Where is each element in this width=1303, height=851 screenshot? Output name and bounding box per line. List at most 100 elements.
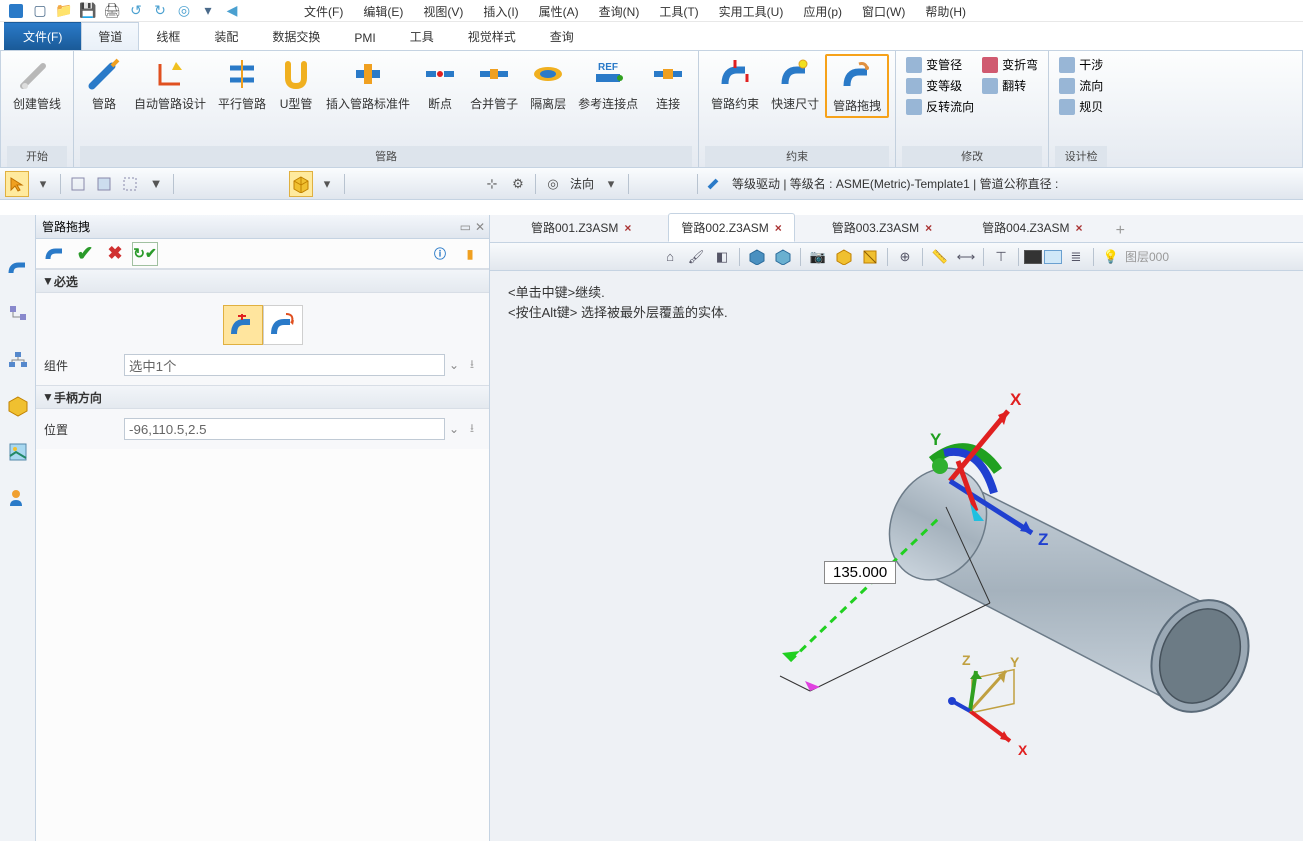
info-icon[interactable]: ⓘ (427, 242, 453, 266)
redo-icon[interactable]: ↻ (150, 2, 170, 20)
menu-help[interactable]: 帮助(H) (915, 1, 976, 22)
tab-wire[interactable]: 线框 (139, 22, 197, 50)
tab-style[interactable]: 视觉样式 (451, 22, 533, 50)
paint-icon[interactable]: 🖌 (684, 246, 708, 268)
vtab-user-icon[interactable] (5, 485, 31, 511)
shaded-cube-icon[interactable] (289, 171, 313, 197)
dropdown-1-icon[interactable]: ▾ (31, 171, 55, 197)
save-file-icon[interactable]: 💾 (78, 2, 98, 20)
tab-pipe[interactable]: 管道 (81, 22, 139, 50)
btn-interfere[interactable]: 干涉 (1055, 54, 1107, 75)
vtab-image-icon[interactable] (5, 439, 31, 465)
position-chevron-icon[interactable]: ⌄ (445, 422, 463, 436)
dotted-box-icon[interactable] (118, 171, 142, 197)
menu-util[interactable]: 实用工具(U) (709, 1, 794, 22)
expand-icon[interactable]: ▮ (457, 242, 483, 266)
position-pick-icon[interactable]: ⭳ (463, 419, 481, 440)
tab-pmi[interactable]: PMI (337, 25, 392, 50)
gear-icon[interactable]: ⚙ (506, 171, 530, 197)
section-icon[interactable] (858, 246, 882, 268)
tab-file[interactable]: 文件(F) (4, 22, 81, 50)
btn-quick-dim[interactable]: 快速尺寸 (765, 54, 825, 114)
cube-icon[interactable] (66, 171, 90, 197)
section-handle-header[interactable]: ▼ 手柄方向 (36, 385, 489, 409)
menu-insert[interactable]: 插入(I) (473, 1, 528, 22)
new-file-icon[interactable]: ▢ (30, 2, 50, 20)
menu-view[interactable]: 视图(V) (413, 1, 473, 22)
vtab-tree-icon[interactable] (5, 301, 31, 327)
position-input[interactable] (124, 418, 445, 440)
face-select-icon[interactable] (92, 171, 116, 197)
tab-exchange[interactable]: 数据交换 (255, 22, 337, 50)
btn-chg-diameter[interactable]: 变管径 (902, 54, 978, 75)
doc-tab-1-close-icon[interactable]: × (624, 221, 631, 235)
camera-icon[interactable]: 📷 (806, 246, 830, 268)
btn-reverse-flow[interactable]: 反转流向 (902, 96, 978, 117)
ruler-icon[interactable]: 📏 (928, 246, 952, 268)
axis-icon[interactable]: ⊹ (480, 171, 504, 197)
close-panel-icon[interactable]: ✕ (475, 220, 485, 234)
apply-ok-icon[interactable] (42, 242, 68, 266)
section-required-header[interactable]: ▼ 必选 (36, 269, 489, 293)
compass-icon[interactable]: ◎ (541, 171, 565, 197)
btn-route-path[interactable]: 管路 (80, 54, 128, 114)
target-icon[interactable]: ◎ (174, 2, 194, 20)
tab-query[interactable]: 查询 (533, 22, 591, 50)
dimension-value[interactable]: 135.000 (824, 561, 896, 584)
menu-query[interactable]: 查询(N) (589, 1, 650, 22)
btn-u-pipe[interactable]: U型管 (272, 54, 320, 114)
mode-rotate-button[interactable] (263, 305, 303, 345)
apply-repeat-icon[interactable]: ↻✔ (132, 242, 158, 266)
select-tool-icon[interactable] (5, 171, 29, 197)
menu-attr[interactable]: 属性(A) (529, 1, 589, 22)
tab-asm[interactable]: 装配 (197, 22, 255, 50)
btn-connect[interactable]: 连接 (644, 54, 692, 114)
view-cube1-icon[interactable] (745, 246, 769, 268)
btn-merge-tube[interactable]: 合并管子 (464, 54, 524, 114)
tree-icon[interactable]: ⊤ (989, 246, 1013, 268)
btn-isolation[interactable]: 隔离层 (524, 54, 572, 114)
menu-edit[interactable]: 编辑(E) (353, 1, 413, 22)
print-icon[interactable]: 🖨 (102, 2, 122, 20)
btn-breakpoint[interactable]: 断点 (416, 54, 464, 114)
reject-icon[interactable]: ✖ (102, 242, 128, 266)
btn-auto-route[interactable]: 自动管路设计 (128, 54, 212, 114)
eraser-icon[interactable]: ◧ (710, 246, 734, 268)
menu-window[interactable]: 窗口(W) (852, 1, 915, 22)
btn-chg-bend[interactable]: 变折弯 (978, 54, 1042, 75)
home-icon[interactable]: ⌂ (658, 246, 682, 268)
btn-insert-std[interactable]: 插入管路标准件 (320, 54, 416, 114)
btn-route-drag[interactable]: 管路拖拽 (825, 54, 889, 118)
menu-app[interactable]: 应用(p) (793, 1, 852, 22)
menu-tool[interactable]: 工具(T) (649, 1, 708, 22)
btn-flip[interactable]: 翻转 (978, 75, 1042, 96)
view-cube2-icon[interactable] (771, 246, 795, 268)
doc-tab-3-close-icon[interactable]: × (925, 221, 932, 235)
doc-tab-4-close-icon[interactable]: × (1076, 221, 1083, 235)
select-face-icon[interactable] (1044, 250, 1062, 264)
btn-rule[interactable]: 规贝 (1055, 96, 1107, 117)
tab-tool[interactable]: 工具 (393, 22, 451, 50)
mode-translate-button[interactable] (223, 305, 263, 345)
crosshair-icon[interactable]: ⊕ (893, 246, 917, 268)
doc-tab-2-close-icon[interactable]: × (775, 221, 782, 235)
open-file-icon[interactable]: 📁 (54, 2, 74, 20)
component-chevron-icon[interactable]: ⌄ (445, 358, 463, 372)
minimize-panel-icon[interactable]: ▭ (460, 220, 471, 234)
doc-tab-1[interactable]: 管路001.Z3ASM × (518, 213, 644, 242)
app-logo-icon[interactable] (6, 2, 26, 20)
add-doc-tab-icon[interactable]: + (1110, 220, 1131, 242)
btn-route-cons[interactable]: 管路约束 (705, 54, 765, 114)
menu-file[interactable]: 文件(F) (294, 1, 353, 22)
component-input[interactable] (124, 354, 445, 376)
vtab-cube-icon[interactable] (5, 393, 31, 419)
btn-ref-point[interactable]: REF 参考连接点 (572, 54, 644, 114)
filter-icon[interactable]: ▼ (144, 171, 168, 197)
dim-line-icon[interactable]: ⟷ (954, 246, 978, 268)
light-icon[interactable]: 💡 (1099, 246, 1123, 268)
view-cube3-icon[interactable] (832, 246, 856, 268)
accept-icon[interactable]: ✔ (72, 242, 98, 266)
btn-flow[interactable]: 流向 (1055, 75, 1107, 96)
btn-create-pipe[interactable]: 创建管线 (7, 54, 67, 114)
select-rect-icon[interactable] (1024, 250, 1042, 264)
